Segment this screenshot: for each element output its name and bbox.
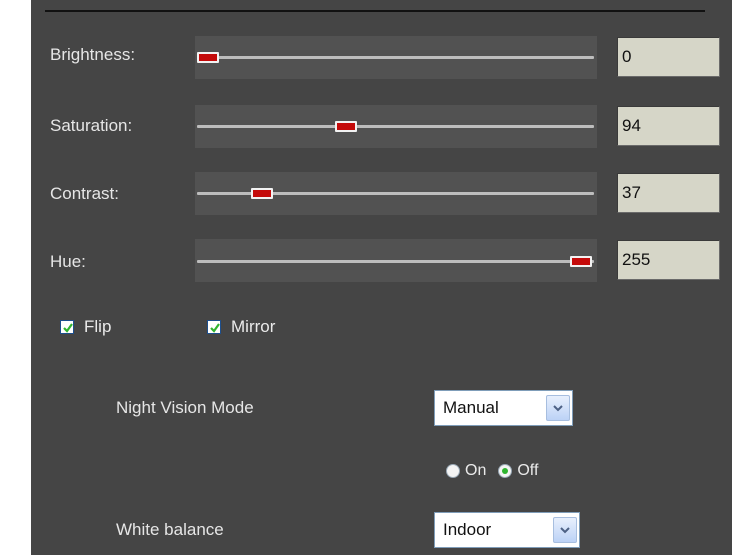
contrast-thumb[interactable] [251, 188, 273, 199]
flip-checkbox[interactable]: Flip [60, 317, 111, 337]
contrast-value-input[interactable]: 37 [617, 173, 720, 213]
radio-on-label: On [465, 462, 487, 479]
white-balance-select[interactable]: Indoor [434, 512, 580, 548]
mirror-checkbox[interactable]: Mirror [207, 317, 275, 337]
saturation-label: Saturation: [50, 116, 133, 135]
top-divider [45, 10, 705, 12]
hue-value-input[interactable]: 255 [617, 240, 720, 280]
night-vision-label: Night Vision Mode [116, 398, 254, 417]
brightness-thumb[interactable] [197, 52, 219, 63]
flip-label: Flip [84, 317, 112, 336]
white-balance-selected: Indoor [443, 520, 492, 539]
saturation-track [197, 125, 594, 128]
hue-label: Hue: [50, 252, 86, 271]
white-balance-label: White balance [116, 520, 224, 539]
saturation-value-input[interactable]: 94 [617, 106, 720, 146]
night-vision-select[interactable]: Manual [434, 390, 573, 426]
hue-track [197, 260, 594, 263]
mirror-label: Mirror [231, 317, 276, 336]
brightness-track [197, 56, 594, 59]
contrast-label: Contrast: [50, 184, 119, 203]
check-icon [207, 320, 221, 334]
brightness-value-input[interactable]: 0 [617, 37, 720, 77]
saturation-thumb[interactable] [335, 121, 357, 132]
hue-thumb[interactable] [570, 256, 592, 267]
radio-off[interactable] [498, 464, 513, 478]
check-icon [60, 320, 74, 334]
chevron-down-icon[interactable] [553, 517, 577, 543]
chevron-down-icon[interactable] [546, 395, 570, 421]
radio-off-label: Off [517, 462, 539, 479]
night-vision-selected: Manual [443, 398, 499, 417]
radio-on[interactable] [446, 464, 460, 478]
brightness-label: Brightness: [50, 45, 136, 64]
night-vision-radio-group: On Off [446, 462, 538, 480]
